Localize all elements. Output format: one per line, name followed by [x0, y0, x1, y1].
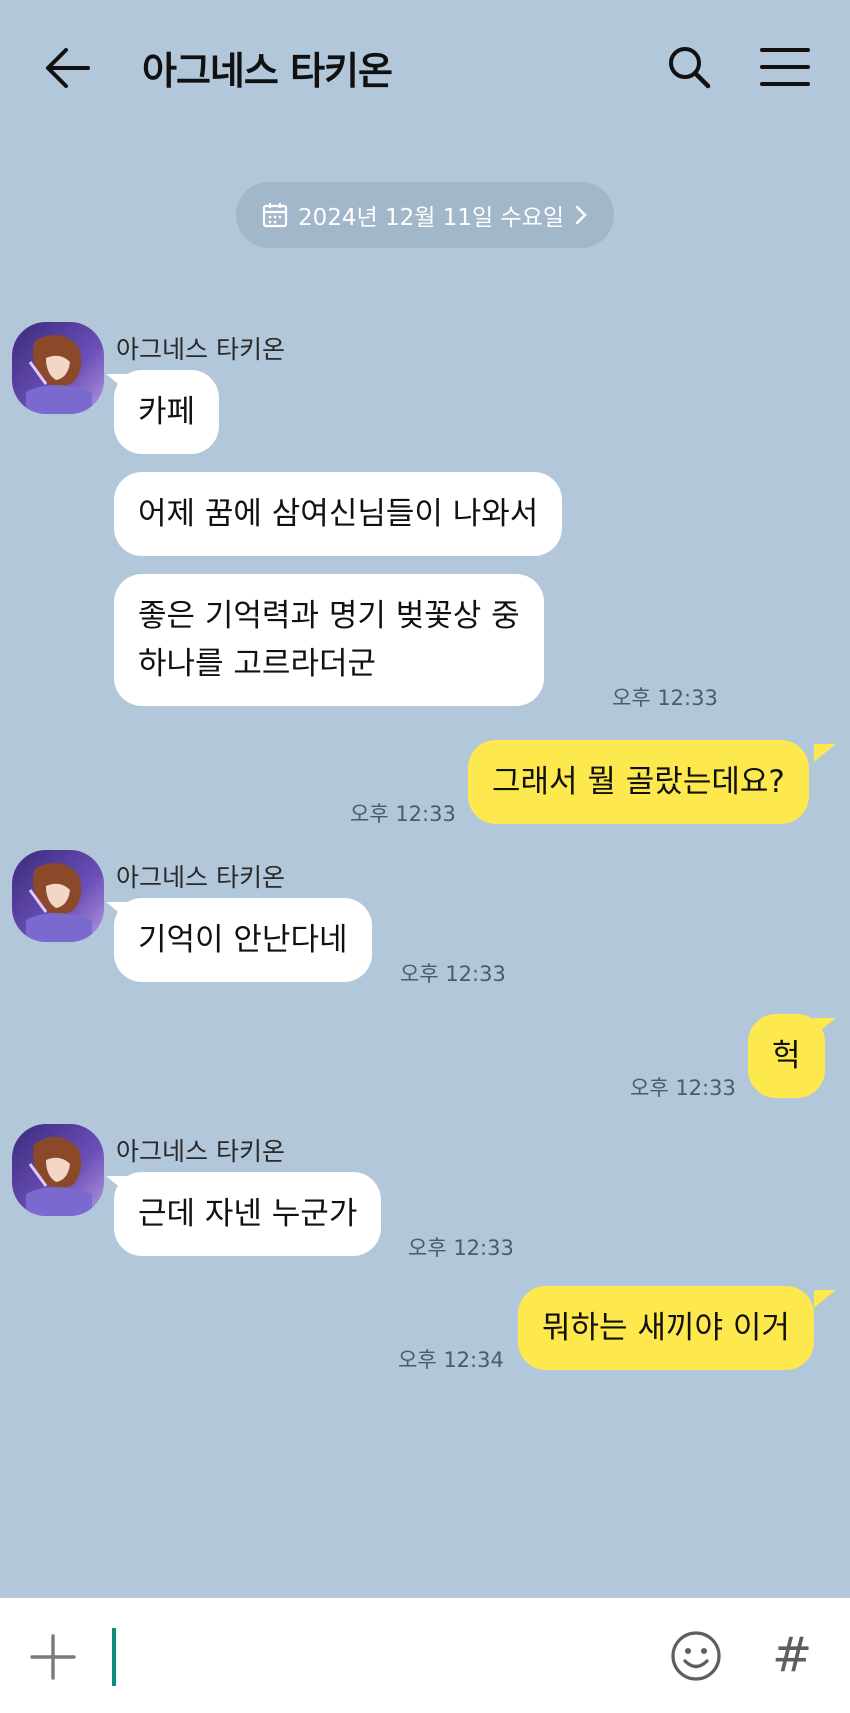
message-time: 오후 12:33 [630, 1076, 736, 1100]
message-bubble[interactable]: 어제 꿈에 삼여신님들이 나와서 [114, 472, 563, 556]
message-line: 하나를 고르라더군 [138, 646, 377, 682]
message-time: 오후 12:33 [400, 962, 506, 986]
message-line: 좋은 기억력과 명기 벚꽃상 중 [138, 598, 520, 634]
date-divider[interactable]: 2024년 12월 11일 수요일 [236, 182, 614, 248]
hashtag-icon[interactable]: # [772, 1630, 816, 1680]
message-bubble[interactable]: 그래서 뭘 골랐는데요? [468, 740, 809, 824]
message-bubble[interactable]: 카페 [114, 370, 220, 454]
sender-name: 아그네스 타키온 [116, 1137, 285, 1166]
bubble-tail [814, 1290, 836, 1308]
chat-title: 아그네스 타키온 [142, 49, 393, 93]
chat-header: 아그네스 타키온 [0, 0, 850, 140]
message-bubble[interactable]: 좋은 기억력과 명기 벚꽃상 중 하나를 고르라더군 [114, 574, 544, 706]
message-bubble[interactable]: 기억이 안난다네 [114, 898, 372, 982]
message-time: 오후 12:33 [350, 802, 456, 826]
sender-name: 아그네스 타키온 [116, 335, 285, 364]
bubble-tail [814, 1018, 836, 1036]
message-bubble[interactable]: 근데 자넨 누군가 [114, 1172, 382, 1256]
chevron-right-icon [575, 205, 587, 225]
menu-icon[interactable] [760, 46, 810, 88]
sender-name: 아그네스 타키온 [116, 863, 285, 892]
message-input[interactable] [122, 1628, 642, 1686]
message-time: 오후 12:33 [612, 686, 718, 710]
message-bubble[interactable]: 뭐하는 새끼야 이거 [518, 1286, 814, 1370]
date-label: 2024년 12월 11일 수요일 [298, 205, 564, 231]
message-input-bar: # [0, 1598, 850, 1713]
calendar-icon [262, 203, 288, 228]
search-icon[interactable] [666, 44, 714, 92]
back-arrow-icon[interactable] [44, 46, 92, 90]
emoji-icon[interactable] [670, 1630, 722, 1682]
message-time: 오후 12:34 [398, 1348, 504, 1372]
bubble-tail [814, 744, 836, 762]
avatar[interactable] [12, 850, 104, 942]
plus-icon[interactable] [30, 1634, 76, 1680]
avatar[interactable] [12, 1124, 104, 1216]
message-time: 오후 12:33 [408, 1236, 514, 1260]
avatar[interactable] [12, 322, 104, 414]
text-caret [112, 1628, 116, 1686]
